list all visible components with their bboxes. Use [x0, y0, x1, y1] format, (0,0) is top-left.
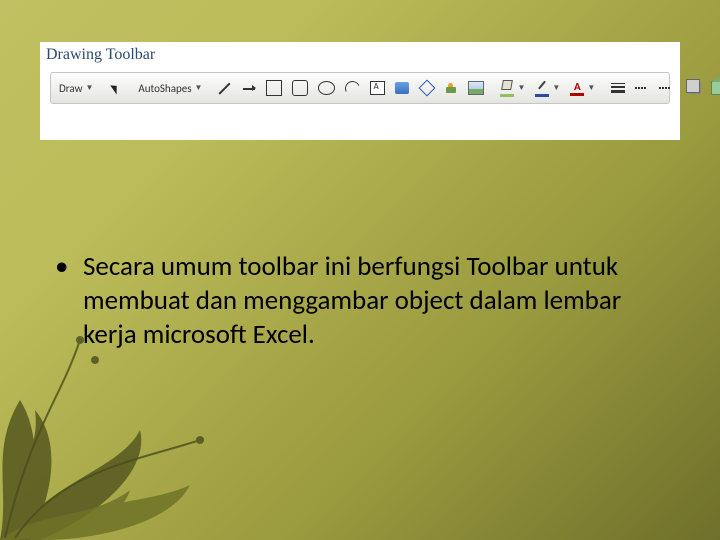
autoshapes-label: AutoShapes	[138, 82, 191, 95]
shadow-icon	[689, 82, 701, 94]
line-tool[interactable]	[214, 79, 236, 97]
select-tool[interactable]	[105, 79, 126, 98]
clipart-tool[interactable]	[441, 80, 462, 97]
textbox-icon	[370, 81, 385, 95]
line-weight-icon	[611, 83, 625, 93]
line-icon	[218, 81, 232, 95]
ellipse-icon	[318, 81, 335, 95]
arc-icon	[343, 78, 362, 97]
wordart-icon	[395, 82, 409, 94]
cube-icon	[711, 81, 720, 95]
chevron-down-icon: ▼	[195, 83, 203, 93]
arrow-style-icon	[659, 87, 673, 89]
bullet-list: Secara umum toolbar ini berfungsi Toolba…	[55, 250, 660, 351]
wordart-tool[interactable]	[391, 80, 413, 96]
textbox-tool[interactable]	[366, 79, 389, 97]
arrow-tool[interactable]	[238, 79, 260, 97]
chevron-down-icon: ▼	[85, 83, 93, 93]
arrow-icon	[242, 81, 256, 95]
line-color-icon	[535, 79, 549, 97]
chevron-down-icon: ▼	[552, 83, 560, 93]
font-color-icon: A	[570, 81, 584, 96]
picture-tool[interactable]	[464, 79, 488, 97]
dash-icon	[635, 87, 649, 89]
rounded-rect-icon	[292, 80, 308, 96]
arc-tool[interactable]	[341, 79, 364, 98]
slide: Drawing Toolbar Draw ▼ AutoShapes ▼	[0, 0, 720, 540]
chevron-down-icon: ▼	[517, 83, 525, 93]
chevron-down-icon: ▼	[587, 83, 595, 93]
draw-label: Draw	[59, 82, 82, 95]
cursor-icon	[111, 82, 121, 94]
3d-tool[interactable]	[707, 79, 720, 97]
clipart-icon	[445, 82, 458, 95]
rectangle-icon	[266, 80, 282, 96]
diagram-icon	[419, 80, 436, 97]
bullet-text: Secara umum toolbar ini berfungsi Toolba…	[83, 250, 660, 351]
rectangle-tool[interactable]	[262, 78, 286, 98]
fill-color-icon	[500, 79, 514, 97]
drawing-toolbar: Draw ▼ AutoShapes ▼	[50, 72, 670, 104]
picture-icon	[468, 81, 484, 95]
font-color-tool[interactable]: A ▼	[566, 79, 599, 98]
list-item: Secara umum toolbar ini berfungsi Toolba…	[55, 250, 660, 351]
line-color-tool[interactable]: ▼	[531, 77, 564, 99]
fill-color-tool[interactable]: ▼	[496, 77, 529, 99]
dash-style-tool[interactable]	[631, 85, 653, 91]
shadow-tool[interactable]	[685, 80, 705, 96]
arrow-style-tool[interactable]	[655, 85, 677, 91]
ellipse-tool[interactable]	[314, 79, 339, 97]
autoshapes-menu[interactable]: AutoShapes ▼	[134, 80, 206, 97]
panel-title: Drawing Toolbar	[46, 46, 155, 64]
diagram-tool[interactable]	[415, 78, 439, 98]
draw-menu[interactable]: Draw ▼	[55, 80, 97, 97]
line-weight-tool[interactable]	[607, 81, 629, 95]
rounded-rect-tool[interactable]	[288, 78, 312, 98]
toolbar-panel: Drawing Toolbar Draw ▼ AutoShapes ▼	[40, 42, 680, 140]
bullet-icon	[55, 250, 83, 351]
